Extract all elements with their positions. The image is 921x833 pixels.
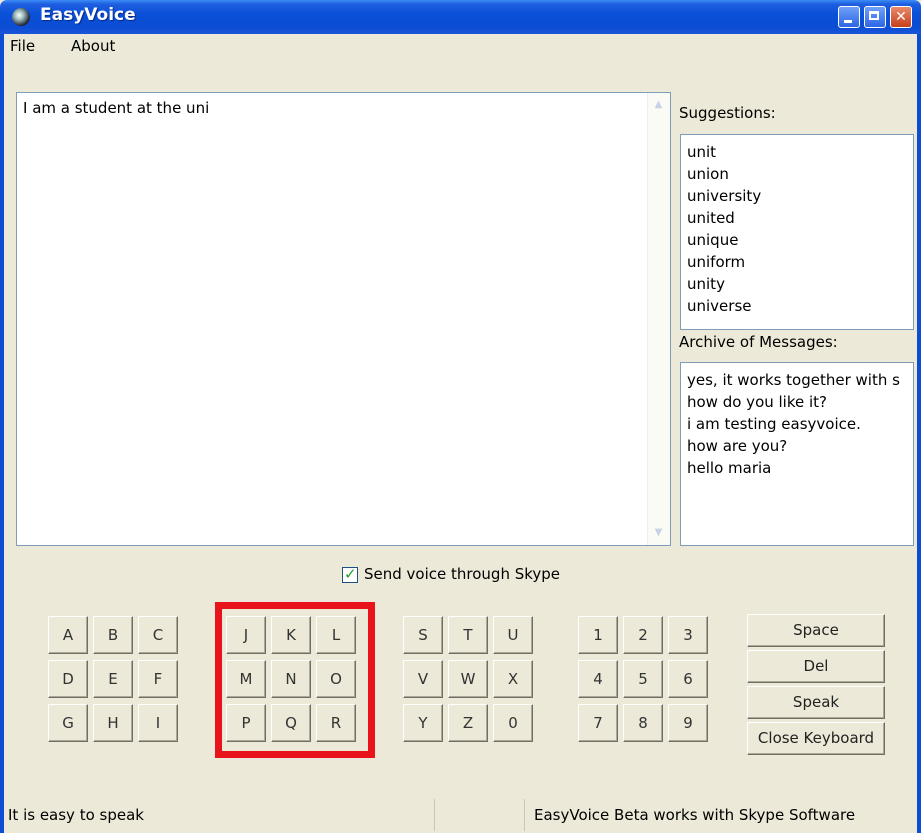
key-button[interactable]: 4 — [578, 660, 618, 698]
key-button[interactable]: E — [93, 660, 133, 698]
archive-item[interactable]: yes, it works together with s — [681, 369, 913, 391]
maximize-icon — [865, 7, 885, 27]
suggestion-item[interactable]: unit — [681, 141, 913, 163]
status-bar: It is easy to speak EasyVoice Beta works… — [4, 797, 917, 833]
scroll-down-icon[interactable]: ▼ — [651, 525, 666, 541]
app-icon[interactable] — [12, 8, 30, 26]
suggestion-item[interactable]: united — [681, 207, 913, 229]
key-button[interactable]: 9 — [668, 704, 708, 742]
maximize-button[interactable] — [864, 6, 886, 28]
menu-bar: File About — [4, 34, 917, 58]
close-icon: ✕ — [895, 9, 907, 25]
archive-list[interactable]: yes, it works together with s how do you… — [680, 362, 914, 546]
key-button[interactable]: 8 — [623, 704, 663, 742]
active-group-highlight — [215, 602, 375, 758]
key-button[interactable]: H — [93, 704, 133, 742]
key-button[interactable]: 1 — [578, 616, 618, 654]
title-bar[interactable]: EasyVoice ✕ — [0, 0, 921, 34]
key-button[interactable]: V — [403, 660, 443, 698]
key-button[interactable]: 6 — [668, 660, 708, 698]
archive-item[interactable]: i am testing easyvoice. — [681, 413, 913, 435]
space-button[interactable]: Space — [747, 614, 885, 647]
key-button[interactable]: 7 — [578, 704, 618, 742]
key-button[interactable]: T — [448, 616, 488, 654]
status-left: It is easy to speak — [8, 806, 144, 824]
key-button[interactable]: 5 — [623, 660, 663, 698]
message-text: I am a student at the uni — [23, 99, 210, 117]
key-button[interactable]: Y — [403, 704, 443, 742]
window-title: EasyVoice — [40, 5, 136, 25]
suggestions-list[interactable]: unit union university united unique unif… — [680, 134, 914, 330]
send-voice-checkbox[interactable]: ✓ — [342, 565, 358, 583]
speak-button[interactable]: Speak — [747, 686, 885, 719]
menu-file[interactable]: File — [10, 37, 35, 55]
message-text-area[interactable]: I am a student at the uni ▲ ▼ — [16, 92, 671, 546]
key-button[interactable]: S — [403, 616, 443, 654]
key-button[interactable]: U — [493, 616, 533, 654]
key-button[interactable]: C — [138, 616, 178, 654]
status-divider — [524, 799, 525, 831]
suggestion-item[interactable]: union — [681, 163, 913, 185]
archive-label: Archive of Messages: — [679, 333, 838, 351]
archive-item[interactable]: how are you? — [681, 435, 913, 457]
key-button[interactable]: 2 — [623, 616, 663, 654]
key-button[interactable]: Z — [448, 704, 488, 742]
close-keyboard-button[interactable]: Close Keyboard — [747, 722, 885, 755]
key-button[interactable]: G — [48, 704, 88, 742]
close-button[interactable]: ✕ — [890, 6, 912, 28]
status-right: EasyVoice Beta works with Skype Software — [534, 806, 856, 824]
minimize-button[interactable] — [838, 6, 860, 28]
key-button[interactable]: A — [48, 616, 88, 654]
key-button[interactable]: X — [493, 660, 533, 698]
delete-button[interactable]: Del — [747, 650, 885, 683]
checkmark-icon: ✓ — [344, 565, 357, 583]
archive-item[interactable]: hello maria — [681, 457, 913, 479]
menu-about[interactable]: About — [71, 37, 115, 55]
suggestion-item[interactable]: universe — [681, 295, 913, 317]
key-button[interactable]: 3 — [668, 616, 708, 654]
key-button[interactable]: 0 — [493, 704, 533, 742]
status-divider — [434, 799, 435, 831]
window-frame-right — [917, 34, 921, 833]
scroll-up-icon[interactable]: ▲ — [651, 97, 666, 113]
suggestion-item[interactable]: unity — [681, 273, 913, 295]
key-button[interactable]: F — [138, 660, 178, 698]
key-button[interactable]: B — [93, 616, 133, 654]
archive-item[interactable]: how do you like it? — [681, 391, 913, 413]
suggestion-item[interactable]: unique — [681, 229, 913, 251]
vertical-scrollbar[interactable]: ▲ ▼ — [647, 93, 670, 545]
suggestion-item[interactable]: university — [681, 185, 913, 207]
suggestion-item[interactable]: uniform — [681, 251, 913, 273]
window-frame-left — [0, 34, 4, 833]
key-button[interactable]: I — [138, 704, 178, 742]
key-button[interactable]: W — [448, 660, 488, 698]
minimize-icon — [839, 7, 859, 27]
send-voice-label[interactable]: Send voice through Skype — [364, 565, 560, 583]
key-button[interactable]: D — [48, 660, 88, 698]
suggestions-label: Suggestions: — [679, 104, 776, 122]
